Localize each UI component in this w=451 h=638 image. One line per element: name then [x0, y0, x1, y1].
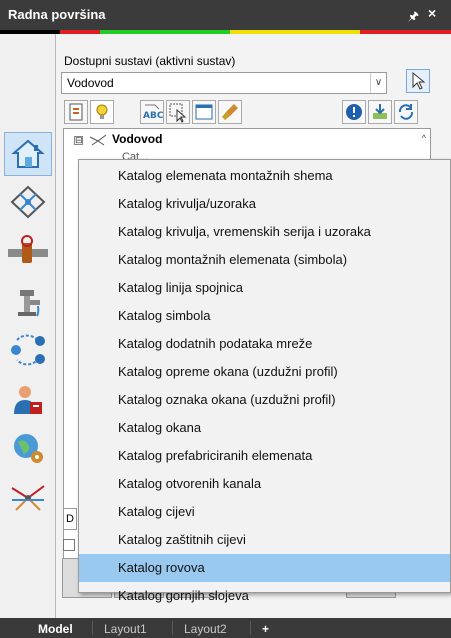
catalog-doc-icon[interactable] — [64, 100, 88, 124]
system-select-value: Vodovod — [67, 76, 114, 90]
bottom-field[interactable]: D — [63, 508, 77, 530]
panel-title-bar: Radna površina 🖈 × — [0, 0, 451, 30]
info-icon[interactable] — [342, 100, 366, 124]
chevron-up-icon[interactable]: ^ — [422, 133, 426, 143]
menu-item[interactable]: Katalog montažnih elemenata (simbola) — [79, 246, 450, 274]
tab-layout2[interactable]: Layout2 — [184, 620, 227, 638]
network-diamond-icon[interactable] — [4, 180, 52, 224]
select-cursor-icon[interactable] — [166, 100, 190, 124]
sidebar — [0, 34, 56, 618]
network-system-icon — [89, 133, 107, 147]
catalog-context-menu: Katalog elemenata montažnih shema Katalo… — [78, 159, 451, 603]
pin-icon[interactable]: 🖈 — [408, 7, 419, 28]
menu-item[interactable]: Katalog gornjih slojeva — [79, 582, 450, 610]
layout-tab-bar: Model Layout1 Layout2 + — [0, 618, 451, 638]
menu-item[interactable]: Katalog okana — [79, 414, 450, 442]
menu-item[interactable]: Katalog opreme okana (uzdužni profil) — [79, 358, 450, 386]
system-select[interactable]: Vodovod ∨ — [61, 72, 387, 94]
brush-icon[interactable] — [218, 100, 242, 124]
window-icon[interactable] — [192, 100, 216, 124]
menu-item[interactable]: Katalog oznaka okana (uzdužni profil) — [79, 386, 450, 414]
menu-item[interactable]: Katalog zaštitnih cijevi — [79, 526, 450, 554]
home-icon[interactable] — [4, 132, 52, 176]
menu-item-selected[interactable]: Katalog rovova — [79, 554, 450, 582]
user-report-icon[interactable] — [4, 378, 52, 422]
node-graph-icon[interactable] — [4, 328, 52, 372]
add-layout-button[interactable]: + — [262, 620, 269, 638]
tree-expander-icon[interactable]: ⊟ — [74, 136, 83, 145]
bulb-icon[interactable] — [90, 100, 114, 124]
menu-item[interactable]: Katalog krivulja, vremenskih serija i uz… — [79, 218, 450, 246]
tree-root-label[interactable]: Vodovod — [112, 132, 162, 146]
pick-cursor-icon[interactable] — [406, 69, 430, 93]
abc-label-icon[interactable]: ABC — [140, 100, 164, 124]
tab-layout1[interactable]: Layout1 — [104, 620, 147, 638]
chevron-down-icon[interactable]: ∨ — [370, 73, 386, 93]
menu-item[interactable]: Katalog krivulja/uzoraka — [79, 190, 450, 218]
tab-model[interactable]: Model — [38, 620, 73, 638]
systems-label: Dostupni sustavi (aktivni sustav) — [64, 54, 236, 68]
menu-item[interactable]: Katalog dodatnih podataka mreže — [79, 330, 450, 358]
menu-item[interactable]: Katalog linija spojnica — [79, 274, 450, 302]
svg-text:ABC: ABC — [143, 111, 163, 121]
menu-item[interactable]: Katalog simbola — [79, 302, 450, 330]
globe-gear-icon[interactable] — [4, 426, 52, 470]
valve-pipe-icon[interactable] — [4, 230, 52, 274]
menu-item[interactable]: Katalog elemenata montažnih shema — [79, 162, 450, 190]
menu-item[interactable]: Katalog cijevi — [79, 498, 450, 526]
menu-item[interactable]: Katalog otvorenih kanala — [79, 470, 450, 498]
hydrant-tap-icon[interactable] — [4, 280, 52, 324]
panel-title: Radna površina — [8, 7, 106, 22]
import-icon[interactable] — [368, 100, 392, 124]
close-icon[interactable]: × — [428, 5, 436, 21]
refresh-icon[interactable] — [394, 100, 418, 124]
pipe-network-icon[interactable] — [4, 474, 52, 518]
bottom-checkbox[interactable] — [63, 539, 75, 551]
menu-item[interactable]: Katalog prefabriciranih elemenata — [79, 442, 450, 470]
